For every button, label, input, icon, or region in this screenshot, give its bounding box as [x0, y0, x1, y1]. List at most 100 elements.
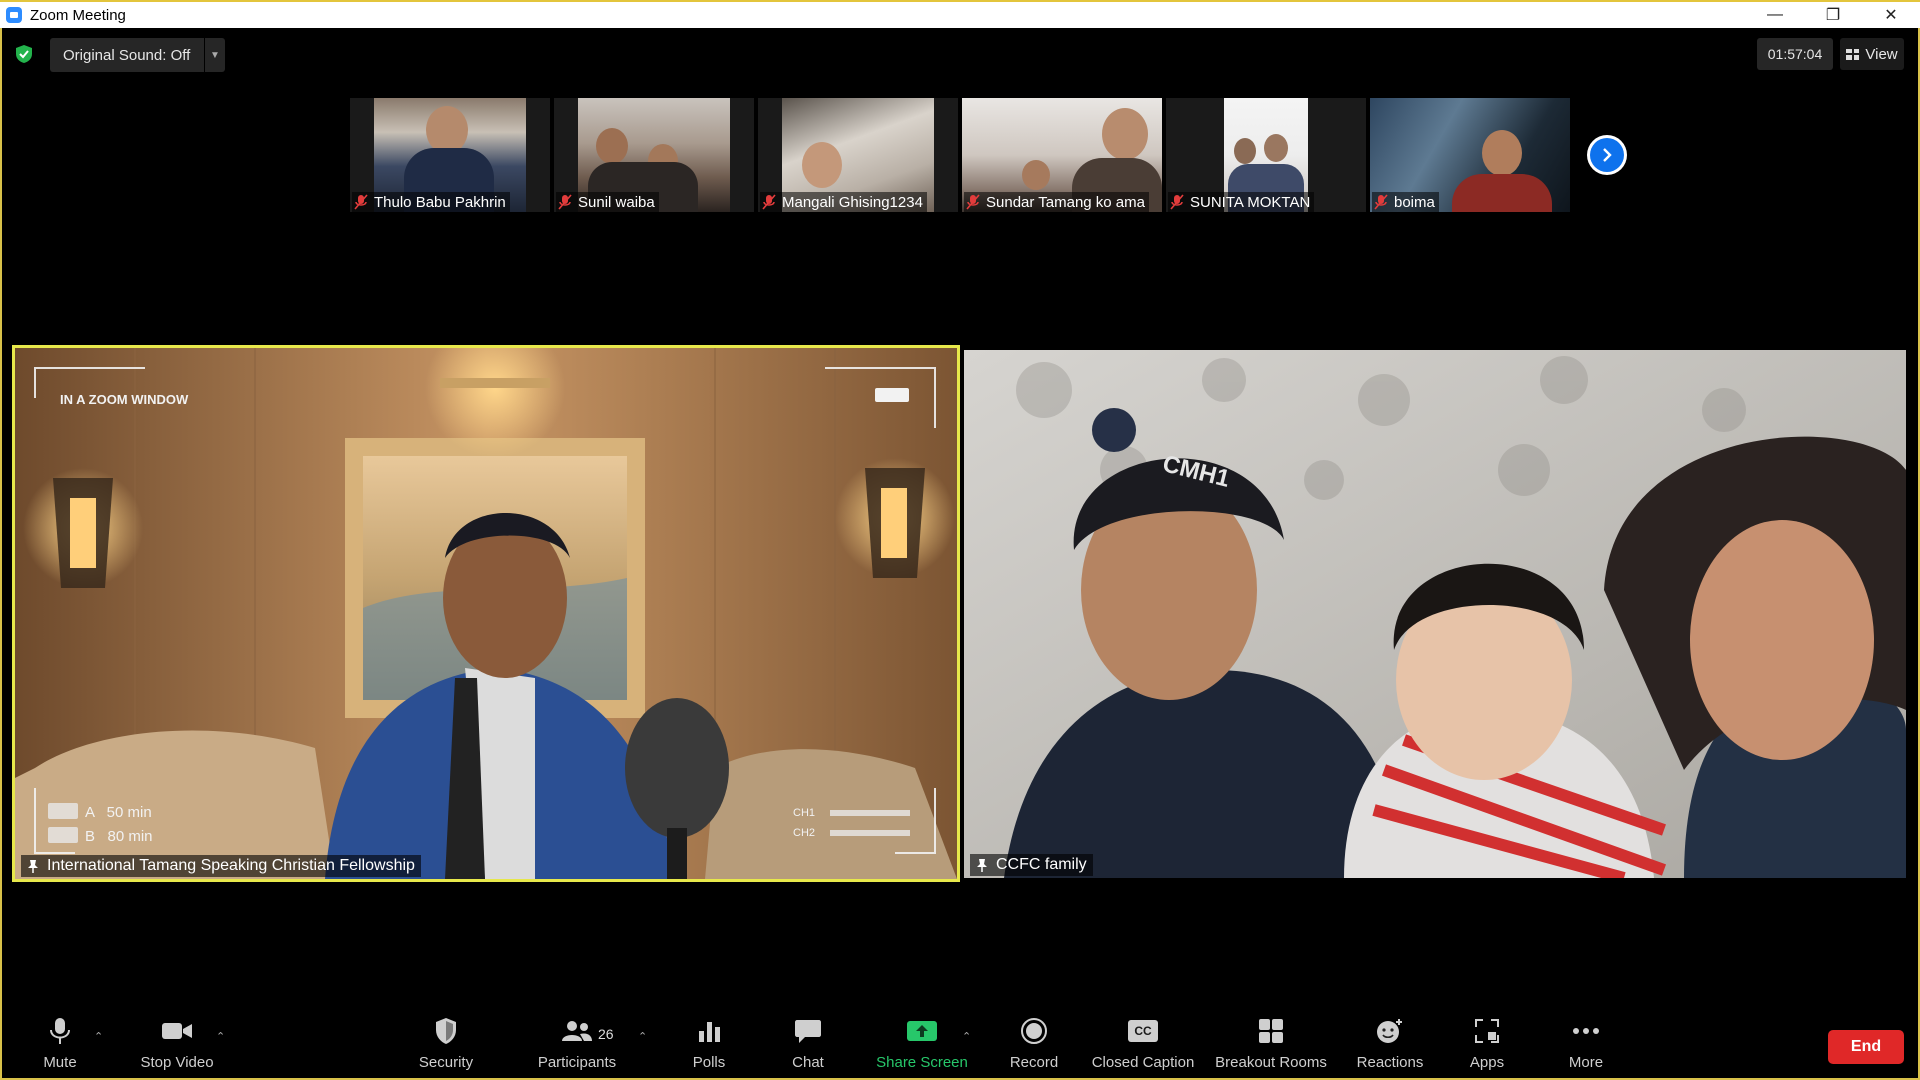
more-dots-icon — [1573, 1028, 1599, 1034]
chevron-down-icon[interactable]: ▼ — [204, 38, 225, 72]
pin-icon — [28, 860, 38, 873]
share-screen-label: Share Screen — [876, 1054, 968, 1071]
end-meeting-button[interactable]: End — [1828, 1030, 1904, 1064]
chat-icon — [795, 1020, 821, 1043]
close-icon[interactable]: ✕ — [1862, 2, 1920, 28]
polls-button[interactable]: Polls — [679, 1010, 739, 1078]
participant-name: International Tamang Speaking Christian … — [47, 857, 415, 874]
view-label: View — [1865, 45, 1898, 63]
participants-button[interactable]: Participants — [532, 1010, 622, 1078]
overlay-title: IN A ZOOM WINDOW — [60, 392, 189, 407]
participant-thumbnail[interactable]: Mangali Ghising1234 — [758, 98, 958, 212]
chevron-up-icon[interactable]: ⌃ — [962, 1030, 971, 1043]
participant-tile[interactable]: CMH1 CCFC family — [964, 350, 1906, 878]
participant-count: 26 — [598, 1026, 614, 1042]
participant-name: Sunil waiba — [578, 193, 655, 211]
overlay-ch2: CH2 — [793, 827, 816, 839]
chat-label: Chat — [792, 1054, 824, 1071]
next-page-button[interactable] — [1587, 135, 1627, 175]
apps-button[interactable]: Apps — [1457, 1010, 1517, 1078]
view-button[interactable]: View — [1840, 38, 1904, 70]
participant-thumbnail[interactable]: SUNITA MOKTAN — [1166, 98, 1366, 212]
participant-name-tag: SUNITA MOKTAN — [1168, 192, 1315, 212]
participant-thumbnail[interactable]: boima — [1370, 98, 1570, 212]
participant-name-tag: International Tamang Speaking Christian … — [21, 855, 421, 877]
participant-name-tag: Sunil waiba — [556, 192, 659, 212]
chevron-up-icon[interactable]: ⌃ — [638, 1030, 647, 1043]
encryption-shield-icon[interactable] — [14, 44, 34, 64]
restore-icon[interactable]: ❐ — [1804, 2, 1862, 28]
participant-name: Sundar Tamang ko ama — [986, 193, 1145, 211]
breakout-rooms-button[interactable]: Breakout Rooms — [1212, 1010, 1330, 1078]
participant-name: SUNITA MOKTAN — [1190, 193, 1311, 211]
closed-caption-icon: CC — [1128, 1020, 1158, 1042]
zoom-app-icon — [6, 7, 22, 23]
participant-name-tag: Mangali Ghising1234 — [760, 192, 927, 212]
closed-caption-button[interactable]: CC Closed Caption — [1090, 1010, 1196, 1078]
speaker-video — [15, 348, 957, 879]
overlay-timer-a: A 50 min — [85, 804, 152, 821]
video-camera-icon — [162, 1023, 192, 1039]
mic-muted-icon — [966, 194, 980, 210]
stop-video-label: Stop Video — [140, 1054, 214, 1071]
mic-muted-icon — [354, 194, 368, 210]
participants-label: Participants — [537, 1054, 617, 1071]
microphone-icon — [50, 1018, 70, 1044]
reactions-button[interactable]: Reactions — [1350, 1010, 1430, 1078]
pin-icon — [977, 859, 987, 872]
participant-name: CCFC family — [996, 856, 1087, 873]
reactions-label: Reactions — [1356, 1054, 1424, 1071]
record-icon — [1021, 1018, 1047, 1044]
participant-video — [964, 350, 1906, 878]
mic-muted-icon — [1374, 194, 1388, 210]
participant-name: Mangali Ghising1234 — [782, 193, 923, 211]
polls-icon — [699, 1022, 720, 1042]
participant-name-tag: CCFC family — [970, 854, 1093, 876]
share-screen-button[interactable]: Share Screen — [872, 1010, 972, 1078]
window-title: Zoom Meeting — [30, 6, 126, 24]
mic-muted-icon — [1170, 194, 1184, 210]
participant-name-tag: boima — [1372, 192, 1439, 212]
more-button[interactable]: More — [1556, 1010, 1616, 1078]
participant-name: Thulo Babu Pakhrin — [374, 193, 506, 211]
reactions-icon — [1377, 1019, 1402, 1043]
chevron-up-icon[interactable]: ⌃ — [94, 1030, 103, 1043]
overlay-ch1: CH1 — [793, 807, 816, 819]
closed-caption-label: Closed Caption — [1091, 1054, 1195, 1071]
window-frame-left — [0, 28, 2, 1080]
minimize-icon[interactable]: — — [1746, 2, 1804, 28]
meeting-timer: 01:57:04 — [1757, 38, 1833, 70]
participant-thumbnail[interactable]: Sundar Tamang ko ama — [962, 98, 1162, 212]
chevron-right-icon — [1590, 138, 1624, 172]
stop-video-button[interactable]: Stop Video — [132, 1010, 222, 1078]
original-sound-label: Original Sound: Off — [63, 46, 191, 64]
overlay-timer-b: B 80 min — [85, 828, 153, 845]
title-bar: Zoom Meeting — ❐ ✕ — [0, 0, 1920, 28]
chat-button[interactable]: Chat — [778, 1010, 838, 1078]
apps-label: Apps — [1469, 1054, 1505, 1071]
participant-name-tag: Thulo Babu Pakhrin — [352, 192, 510, 212]
more-label: More — [1568, 1054, 1604, 1071]
participants-icon — [562, 1021, 592, 1041]
participant-thumbnail[interactable]: Thulo Babu Pakhrin — [350, 98, 550, 212]
polls-label: Polls — [692, 1054, 726, 1071]
active-speaker-tile[interactable]: IN A ZOOM WINDOW A 50 min B 80 min CH1 C… — [12, 345, 960, 882]
original-sound-button[interactable]: Original Sound: Off ▼ — [50, 38, 225, 72]
participant-thumbnail[interactable]: Sunil waiba — [554, 98, 754, 212]
share-screen-icon — [907, 1021, 937, 1041]
mute-button[interactable]: Mute — [30, 1010, 90, 1078]
security-button[interactable]: Security — [406, 1010, 486, 1078]
mic-muted-icon — [762, 194, 776, 210]
mute-label: Mute — [43, 1054, 77, 1071]
participant-name: boima — [1394, 193, 1435, 211]
breakout-rooms-icon — [1259, 1019, 1283, 1043]
apps-icon — [1475, 1019, 1499, 1043]
record-label: Record — [1009, 1054, 1059, 1071]
shield-icon — [436, 1018, 456, 1044]
breakout-rooms-label: Breakout Rooms — [1215, 1054, 1327, 1071]
security-label: Security — [418, 1054, 474, 1071]
record-button[interactable]: Record — [999, 1010, 1069, 1078]
grid-view-icon — [1846, 48, 1860, 60]
chevron-up-icon[interactable]: ⌃ — [216, 1030, 225, 1043]
meeting-toolbar: Mute ⌃ Stop Video ⌃ Security Participant… — [2, 1010, 1918, 1078]
